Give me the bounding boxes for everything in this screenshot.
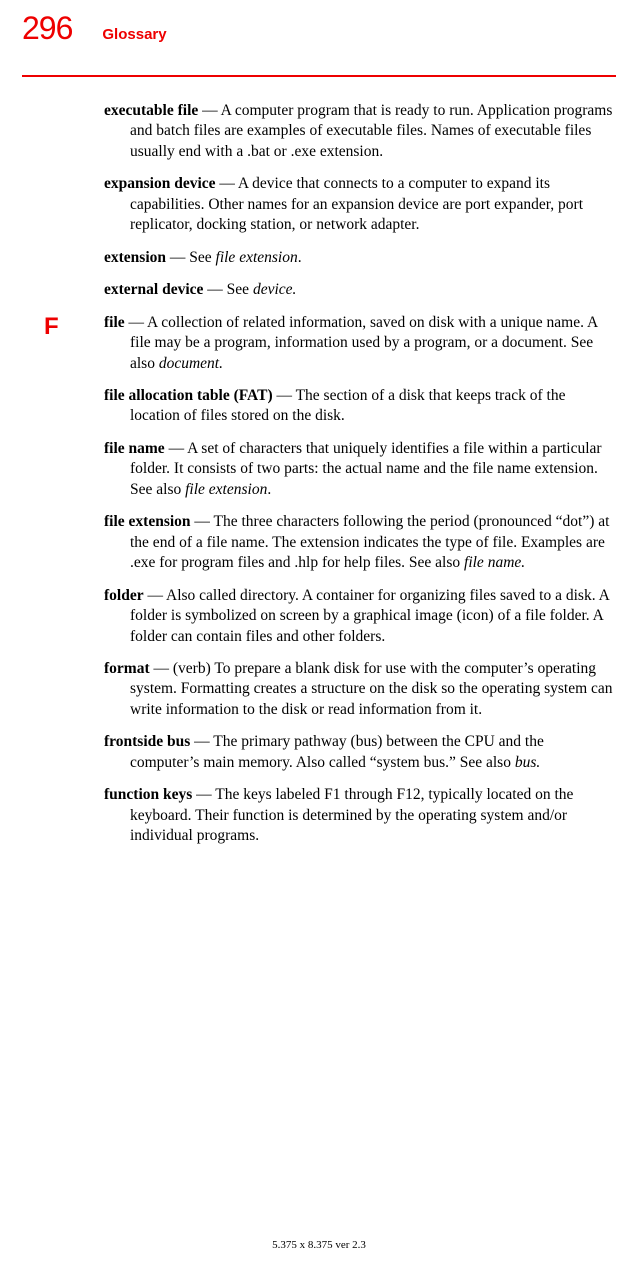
definition-post: . (298, 249, 302, 266)
entry-function-keys: function keys — The keys labeled F1 thro… (22, 785, 616, 846)
term: executable file (104, 102, 198, 119)
definition-pre: — See (166, 249, 216, 266)
entry-frontside-bus: frontside bus — The primary pathway (bus… (22, 732, 616, 773)
entry-file: file — A collection of related informati… (22, 313, 616, 374)
definition-post: . (267, 481, 271, 498)
definition: — Also called directory. A container for… (130, 587, 609, 645)
entry-fat: file allocation table (FAT) — The sectio… (22, 386, 616, 427)
entry-external-device: external device — See device. (22, 280, 616, 300)
entry-folder: folder — Also called directory. A contai… (22, 586, 616, 647)
entry-file-extension: file extension — The three characters fo… (22, 512, 616, 573)
footer-text: 5.375 x 8.375 ver 2.3 (0, 1239, 638, 1251)
glossary-content: executable file — A computer program tha… (0, 77, 638, 847)
definition-pre: — See (203, 281, 253, 298)
definition-italic: file name. (464, 554, 525, 571)
term: format (104, 660, 150, 677)
definition-italic: file extension (185, 481, 267, 498)
entry-format: format — (verb) To prepare a blank disk … (22, 659, 616, 720)
term: file (104, 314, 125, 331)
definition-italic: device. (253, 281, 296, 298)
term: function keys (104, 786, 192, 803)
letter-marker: F (44, 313, 59, 341)
definition: — The keys labeled F1 through F12, typic… (130, 786, 573, 844)
entry-extension: extension — See file extension. (22, 248, 616, 268)
definition-pre: — The three characters following the per… (130, 513, 609, 571)
definition: — A computer program that is ready to ru… (130, 102, 612, 160)
letter-section-f: F file — A collection of related informa… (22, 313, 616, 374)
entry-expansion-device: expansion device — A device that connect… (22, 174, 616, 235)
term: file allocation table (FAT) (104, 387, 273, 404)
definition-pre: — The primary pathway (bus) between the … (130, 733, 544, 770)
term: extension (104, 249, 166, 266)
term: expansion device (104, 175, 216, 192)
section-title: Glossary (102, 26, 166, 43)
term: external device (104, 281, 203, 298)
page-number: 296 (22, 10, 72, 47)
entry-executable-file: executable file — A computer program tha… (22, 101, 616, 162)
term: file extension (104, 513, 191, 530)
definition: — (verb) To prepare a blank disk for use… (130, 660, 613, 718)
term: file name (104, 440, 165, 457)
term: frontside bus (104, 733, 190, 750)
entry-file-name: file name — A set of characters that uni… (22, 439, 616, 500)
page-header: 296 Glossary (0, 0, 638, 47)
definition-italic: bus. (515, 754, 540, 771)
term: folder (104, 587, 144, 604)
definition-italic: file extension (216, 249, 298, 266)
definition-italic: document. (159, 355, 223, 372)
